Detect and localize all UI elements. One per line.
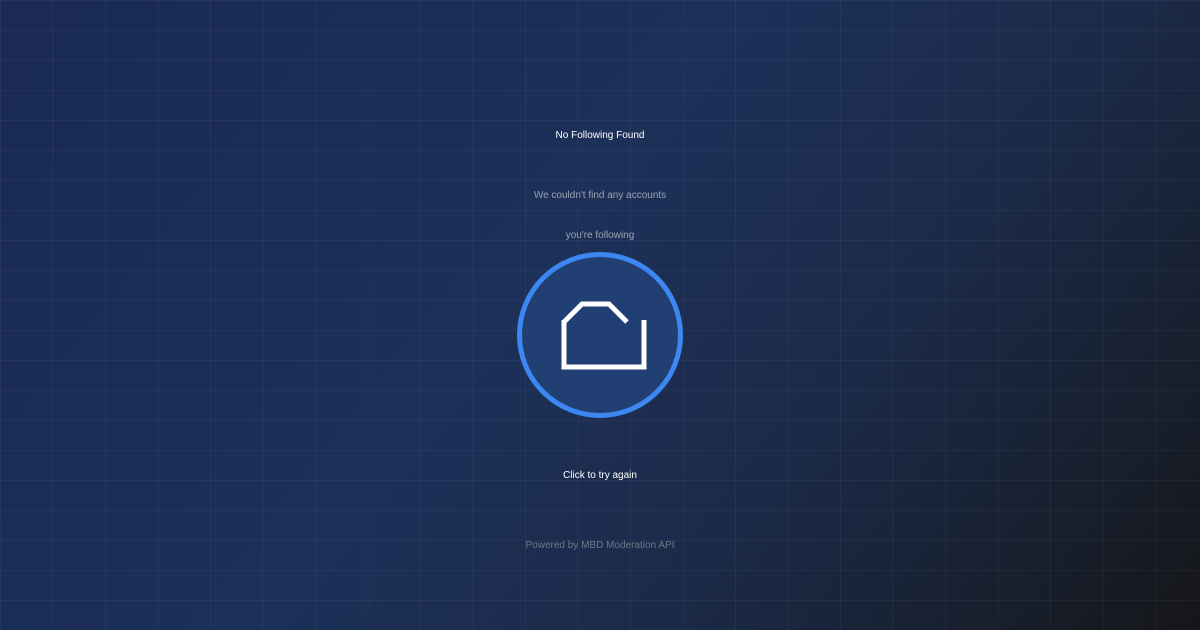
powered-by-footer: Powered by MBD Moderation API xyxy=(525,540,675,551)
empty-state-message-line2: you're following xyxy=(565,230,635,241)
empty-state-message-line1: We couldn't find any accounts xyxy=(533,190,667,201)
empty-state-badge xyxy=(517,252,683,418)
folder-outline-icon xyxy=(561,301,647,370)
empty-state-title: No Following Found xyxy=(555,130,645,141)
retry-button[interactable]: Click to try again xyxy=(0,469,1200,483)
